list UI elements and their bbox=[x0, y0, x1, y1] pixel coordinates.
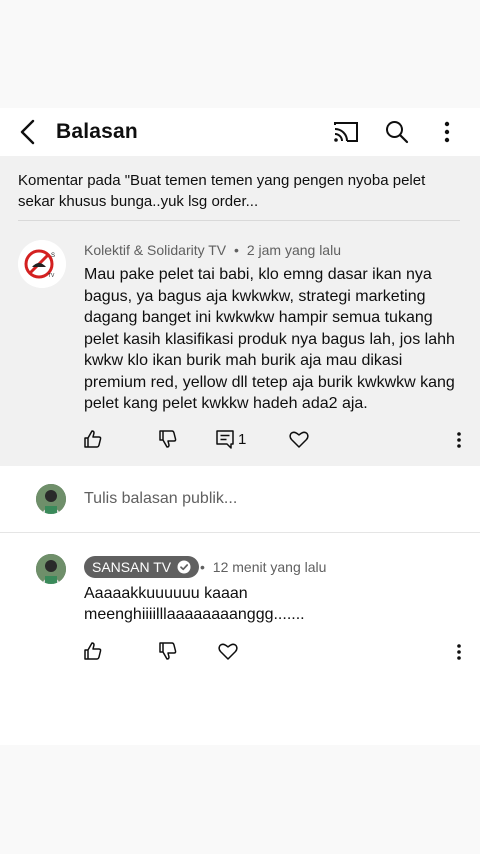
reply-author: SANSAN TV bbox=[92, 559, 172, 575]
video-context-text[interactable]: Komentar pada "Buat temen temen yang pen… bbox=[18, 170, 458, 212]
reply-more-icon[interactable] bbox=[452, 642, 466, 662]
page-title: Balasan bbox=[56, 120, 138, 143]
reply-icon[interactable] bbox=[214, 428, 236, 450]
reply-count: 1 bbox=[238, 431, 247, 448]
comment-author[interactable]: Kolektif & Solidarity TV bbox=[84, 242, 226, 258]
dislike-icon[interactable] bbox=[157, 640, 179, 662]
reply-composer[interactable]: Tulis balasan publik... bbox=[0, 466, 480, 533]
parent-comment-section: Komentar pada "Buat temen temen yang pen… bbox=[0, 156, 480, 466]
heart-icon[interactable] bbox=[288, 428, 310, 450]
user-avatar-icon bbox=[36, 484, 66, 514]
comment-more-icon[interactable] bbox=[452, 430, 466, 450]
heart-icon[interactable] bbox=[217, 640, 239, 662]
comment-actions: 1 bbox=[0, 428, 480, 452]
search-icon[interactable] bbox=[383, 118, 411, 146]
channel-logo-icon: S TV bbox=[18, 240, 66, 288]
comment-body: Mau pake pelet tai babi, klo emng dasar … bbox=[84, 266, 455, 412]
verified-check-icon bbox=[177, 560, 191, 574]
creator-badge[interactable]: SANSAN TV bbox=[84, 556, 200, 578]
reply-meta: • 12 menit yang lalu bbox=[200, 559, 326, 575]
reply-actions bbox=[0, 640, 480, 664]
cast-icon[interactable] bbox=[332, 118, 360, 146]
reply-input[interactable]: Tulis balasan publik... bbox=[84, 490, 237, 508]
reply-body: Aaaaakkuuuuuu kaaan meenghiiiilllaaaaaaa… bbox=[84, 585, 305, 623]
avatar bbox=[36, 484, 66, 514]
svg-text:TV: TV bbox=[48, 273, 55, 279]
top-app-bar: Balasan bbox=[0, 108, 480, 156]
reply-time: 12 menit yang lalu bbox=[212, 559, 327, 575]
like-icon[interactable] bbox=[82, 640, 104, 662]
avatar[interactable]: S TV bbox=[18, 240, 66, 288]
comment-meta: Kolektif & Solidarity TV • 2 jam yang la… bbox=[84, 242, 341, 258]
dislike-icon[interactable] bbox=[157, 428, 179, 450]
more-vert-icon[interactable] bbox=[433, 118, 461, 146]
divider bbox=[18, 220, 460, 221]
svg-text:S: S bbox=[51, 253, 55, 259]
user-avatar-icon bbox=[36, 554, 66, 584]
back-arrow-icon[interactable] bbox=[14, 116, 44, 148]
like-icon[interactable] bbox=[82, 428, 104, 450]
meta-separator: • bbox=[234, 242, 239, 258]
comment-time: 2 jam yang lalu bbox=[246, 242, 341, 258]
meta-separator: • bbox=[200, 559, 205, 575]
reply-item: SANSAN TV • 12 menit yang lalu Aaaaakkuu… bbox=[0, 533, 480, 745]
avatar[interactable] bbox=[36, 554, 66, 584]
